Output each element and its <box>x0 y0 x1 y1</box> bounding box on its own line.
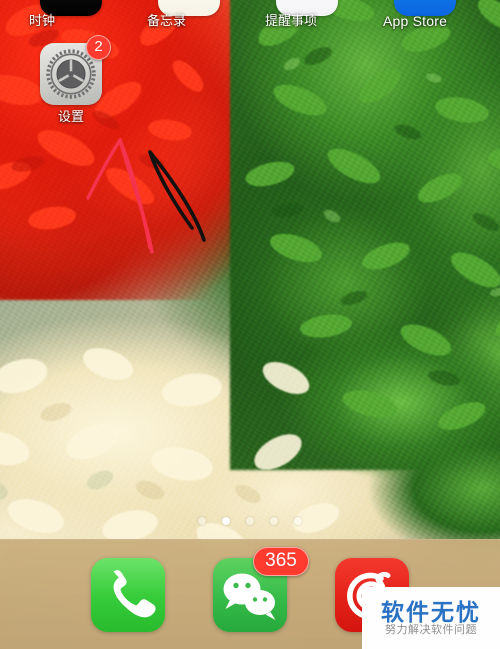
app-label-clock: 时钟 <box>29 13 56 28</box>
settings-badge: 2 <box>86 35 111 60</box>
phone-glyph <box>113 570 156 618</box>
page-dot-5[interactable] <box>294 517 302 525</box>
app-label-appstore: App Store <box>383 13 448 29</box>
home-app-appstore[interactable]: App Store <box>383 0 467 40</box>
watermark-title: 软件无忧 <box>381 598 481 625</box>
page-dot-4[interactable] <box>270 517 278 525</box>
settings-gear-icon: 2 <box>40 35 111 105</box>
phone-handset-icon <box>91 558 165 632</box>
home-app-clock[interactable]: 时钟 <box>29 0 113 40</box>
home-app-reminders[interactable]: 提醒事项 <box>265 0 349 40</box>
ios-home-screen: 时钟 备忘录 提醒事项 App Store 2 设置 365 软件无忧 努力解决… <box>0 0 500 649</box>
home-app-notes[interactable]: 备忘录 <box>147 0 231 40</box>
page-dot-2[interactable] <box>222 517 230 525</box>
app-label-reminders: 提醒事项 <box>265 13 318 28</box>
app-label-settings: 设置 <box>57 109 84 124</box>
app-label-notes: 备忘录 <box>147 13 187 28</box>
dock-app-wechat[interactable]: 365 <box>213 547 309 632</box>
watermark: 软件无忧 努力解决软件问题 <box>362 587 500 649</box>
wechat-bubbles-icon: 365 <box>213 547 309 632</box>
page-dot-1[interactable] <box>198 517 206 525</box>
dock-app-phone[interactable] <box>91 558 165 632</box>
wechat-badge: 365 <box>253 547 309 576</box>
page-dot-3[interactable] <box>246 517 254 525</box>
watermark-subtitle: 努力解决软件问题 <box>385 623 477 636</box>
page-indicator[interactable] <box>0 517 500 525</box>
home-app-settings[interactable]: 2 设置 <box>29 35 113 124</box>
